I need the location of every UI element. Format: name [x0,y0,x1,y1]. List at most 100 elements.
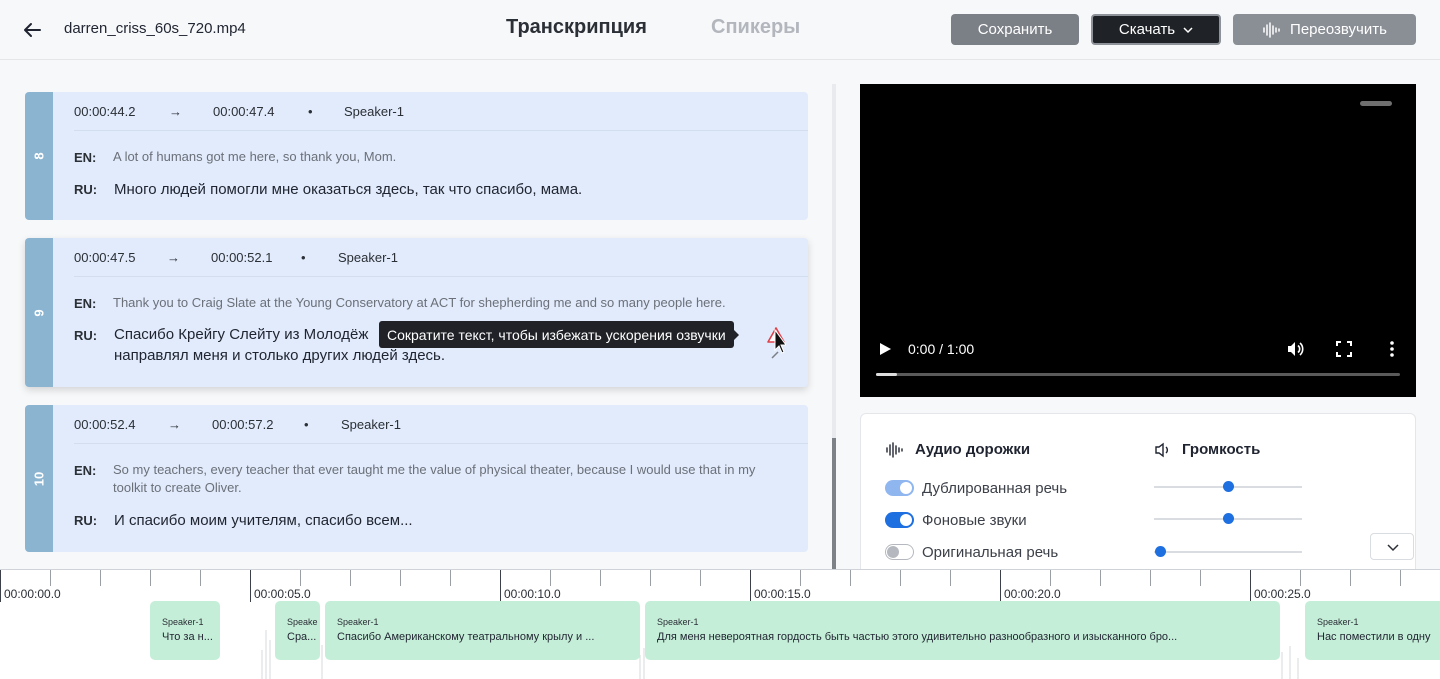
segment-card[interactable]: 8 00:00:44.2 → 00:00:47.4 • Speaker-1 EN… [25,92,808,220]
timeline-segment-text: Что за н... [162,631,213,643]
volume-icon[interactable] [1286,340,1304,358]
segment-speaker[interactable]: Speaker-1 [338,250,398,265]
revoice-button[interactable]: Переозвучить [1233,14,1416,45]
segment-start-time[interactable]: 00:00:47.5 [74,250,135,265]
segment-number: 9 [31,308,47,317]
segments-list[interactable]: 8 00:00:44.2 → 00:00:47.4 • Speaker-1 EN… [0,60,840,570]
video-player[interactable]: 0:00 / 1:00 [860,84,1416,397]
warning-icon[interactable] [766,326,786,362]
timeline-tick [150,570,151,586]
arrow-icon: → [169,104,182,119]
timeline-segment[interactable]: Speaker-1 Спасибо Американскому театраль… [325,601,640,660]
timeline-tick [950,570,951,586]
en-label: EN: [74,150,97,165]
timeline-tick [400,570,401,586]
more-options-icon[interactable] [1383,340,1401,358]
timeline-tick [1150,570,1151,586]
arrow-icon: → [167,250,180,265]
segment-card[interactable]: 10 00:00:52.4 → 00:00:57.2 • Speaker-1 E… [25,405,808,552]
collapse-panel-button[interactable] [1370,533,1414,560]
track-label: Фоновые звуки [922,511,1027,529]
timeline-segment[interactable]: Speake Сра... [275,601,320,660]
audio-tracks-label: Аудио дорожки [915,441,1031,458]
dubbed-volume-slider[interactable] [1154,481,1302,492]
timeline-tick [550,570,551,586]
chevron-down-icon [1183,26,1193,33]
timeline-tick [700,570,701,586]
waveform-icon [886,441,903,458]
scrollbar-thumb[interactable] [832,438,836,569]
track-original: Оригинальная речь [885,542,1058,562]
slider-thumb[interactable] [1223,481,1234,492]
tab-speakers[interactable]: Спикеры [711,16,800,39]
timeline-tick [750,570,751,602]
dubbed-toggle[interactable] [885,480,914,496]
timeline-label: 00:00:05.0 [254,587,311,601]
download-button-label: Скачать [1118,21,1176,38]
timeline-tick [1100,570,1101,586]
timeline-tick [800,570,801,586]
slider-thumb[interactable] [1223,513,1234,524]
timeline-label: 00:00:25.0 [1254,587,1311,601]
segment-end-time[interactable]: 00:00:47.4 [213,104,274,119]
download-button[interactable]: Скачать [1091,14,1221,45]
ru-text[interactable]: И спасибо моим учителям, спасибо всем... [114,510,754,531]
timeline-label: 00:00:20.0 [1004,587,1061,601]
timeline-tick [600,570,601,586]
segment-start-time[interactable]: 00:00:52.4 [74,417,135,432]
play-icon[interactable] [878,342,892,356]
segment-number: 8 [31,152,47,160]
chevron-down-icon [1387,544,1399,552]
timeline-tick [1350,570,1351,586]
segment-meta: 00:00:47.5 → 00:00:52.1 • Speaker-1 [74,238,808,277]
video-time: 0:00 / 1:00 [908,341,975,357]
timeline-label: 00:00:10.0 [504,587,561,601]
en-label: EN: [74,296,97,311]
timeline[interactable]: 00:00:00.0 00:00:05.0 00:00:10.0 00:00:1… [0,569,1440,679]
timeline-tick [1300,570,1301,586]
segment-end-time[interactable]: 00:00:52.1 [211,250,272,265]
timeline-segment-text: Сра... [287,631,317,643]
segment-end-time[interactable]: 00:00:57.2 [212,417,273,432]
audio-panel: Аудио дорожки Громкость Дублированная ре… [860,413,1416,583]
back-arrow-icon[interactable] [20,18,44,42]
timeline-tick [350,570,351,586]
save-button[interactable]: Сохранить [951,14,1079,45]
track-label: Оригинальная речь [922,543,1059,561]
original-toggle[interactable] [885,544,914,560]
en-label: EN: [74,463,97,478]
segment-card[interactable]: 9 00:00:47.5 → 00:00:52.1 • Speaker-1 EN… [25,238,808,387]
segment-meta: 00:00:44.2 → 00:00:47.4 • Speaker-1 [74,92,808,131]
segment-speaker[interactable]: Speaker-1 [344,104,404,119]
tab-transcription[interactable]: Транскрипция [506,16,647,39]
segment-start-time[interactable]: 00:00:44.2 [74,104,135,119]
timeline-tick [1050,570,1051,586]
timeline-segment[interactable]: Speaker-1 Что за н... [150,601,220,660]
en-text: A lot of humans got me here, so thank yo… [113,149,397,164]
timeline-segment-text: Для меня невероятная гордость быть часть… [657,631,1178,643]
timeline-segment[interactable]: Speaker-1 Для меня невероятная гордость … [645,601,1280,660]
background-volume-slider[interactable] [1154,513,1302,524]
track-label: Дублированная речь [922,479,1068,497]
slider-thumb[interactable] [1154,546,1166,557]
timeline-label: 00:00:15.0 [754,587,811,601]
background-toggle[interactable] [885,512,914,528]
original-volume-slider[interactable] [1154,546,1302,557]
top-bar: darren_criss_60s_720.mp4 Транскрипция Сп… [0,0,1440,60]
timeline-tick [900,570,901,586]
timeline-tick [1250,570,1251,602]
ru-text[interactable]: Много людей помогли мне оказаться здесь,… [114,179,754,200]
timeline-tick [1200,570,1201,586]
speaker-icon [1155,442,1168,457]
save-button-label: Сохранить [977,21,1053,38]
timeline-segment[interactable]: Speaker-1 Нас поместили в одну [1305,601,1440,660]
segment-speaker[interactable]: Speaker-1 [341,417,401,432]
timeline-tick [250,570,251,602]
revoice-button-label: Переозвучить [1290,21,1387,38]
timeline-segment-speaker: Speaker-1 [337,617,379,627]
video-progress-fill [876,373,897,376]
fullscreen-icon[interactable] [1335,340,1353,358]
timeline-tick [1400,570,1401,586]
video-progress-bar[interactable] [876,373,1400,376]
timeline-tick [650,570,651,586]
